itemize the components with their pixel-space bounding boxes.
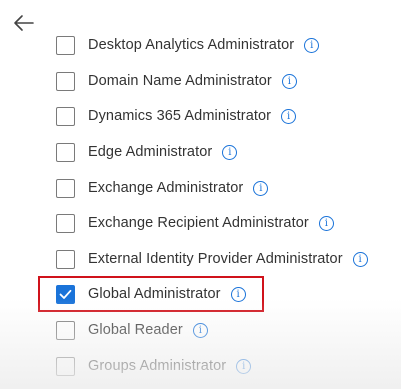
role-row-external-identity-provider-administrator[interactable]: External Identity Provider Administrator…	[56, 247, 368, 271]
checkbox[interactable]	[56, 178, 75, 198]
role-label: Dynamics 365 Administrator	[88, 108, 272, 124]
checkbox-checked[interactable]	[56, 284, 75, 304]
info-icon[interactable]: i	[304, 37, 320, 53]
checkbox[interactable]	[56, 106, 75, 126]
checkmark-icon	[59, 289, 72, 299]
role-row-exchange-administrator[interactable]: Exchange Administrator i	[56, 176, 269, 200]
info-icon[interactable]: i	[236, 358, 252, 374]
admin-roles-panel: Desktop Analytics Administrator i Domain…	[0, 0, 401, 389]
role-label: Exchange Recipient Administrator	[88, 215, 309, 231]
info-icon[interactable]: i	[281, 73, 297, 89]
role-row-edge-administrator[interactable]: Edge Administrator i	[56, 140, 238, 164]
checkbox[interactable]	[56, 213, 75, 233]
info-icon[interactable]: i	[352, 251, 368, 267]
role-row-global-administrator[interactable]: Global Administrator i	[56, 282, 246, 306]
role-row-groups-administrator[interactable]: Groups Administrator i	[56, 354, 252, 378]
role-label: Exchange Administrator	[88, 180, 244, 196]
info-icon[interactable]: i	[318, 215, 334, 231]
role-label: Desktop Analytics Administrator	[88, 37, 295, 53]
role-row-desktop-analytics-administrator[interactable]: Desktop Analytics Administrator i	[56, 33, 320, 57]
role-label: Domain Name Administrator	[88, 73, 272, 89]
checkbox[interactable]	[56, 142, 75, 162]
info-icon[interactable]: i	[192, 322, 208, 338]
checkbox[interactable]	[56, 320, 75, 340]
role-label: Groups Administrator	[88, 358, 227, 374]
role-row-dynamics-365-administrator[interactable]: Dynamics 365 Administrator i	[56, 104, 297, 128]
role-label: Global Reader	[88, 322, 183, 338]
info-icon[interactable]: i	[281, 108, 297, 124]
checkbox[interactable]	[56, 249, 75, 269]
role-list: Desktop Analytics Administrator i Domain…	[0, 0, 401, 389]
role-row-exchange-recipient-administrator[interactable]: Exchange Recipient Administrator i	[56, 211, 334, 235]
role-row-domain-name-administrator[interactable]: Domain Name Administrator i	[56, 69, 297, 93]
role-row-global-reader[interactable]: Global Reader i	[56, 318, 208, 342]
checkbox[interactable]	[56, 35, 75, 55]
info-icon[interactable]: i	[230, 286, 246, 302]
role-label: Global Administrator	[88, 286, 221, 302]
info-icon[interactable]: i	[222, 144, 238, 160]
role-label: External Identity Provider Administrator	[88, 251, 343, 267]
info-icon[interactable]: i	[253, 180, 269, 196]
checkbox[interactable]	[56, 71, 75, 91]
checkbox[interactable]	[56, 356, 75, 376]
role-label: Edge Administrator	[88, 144, 213, 160]
